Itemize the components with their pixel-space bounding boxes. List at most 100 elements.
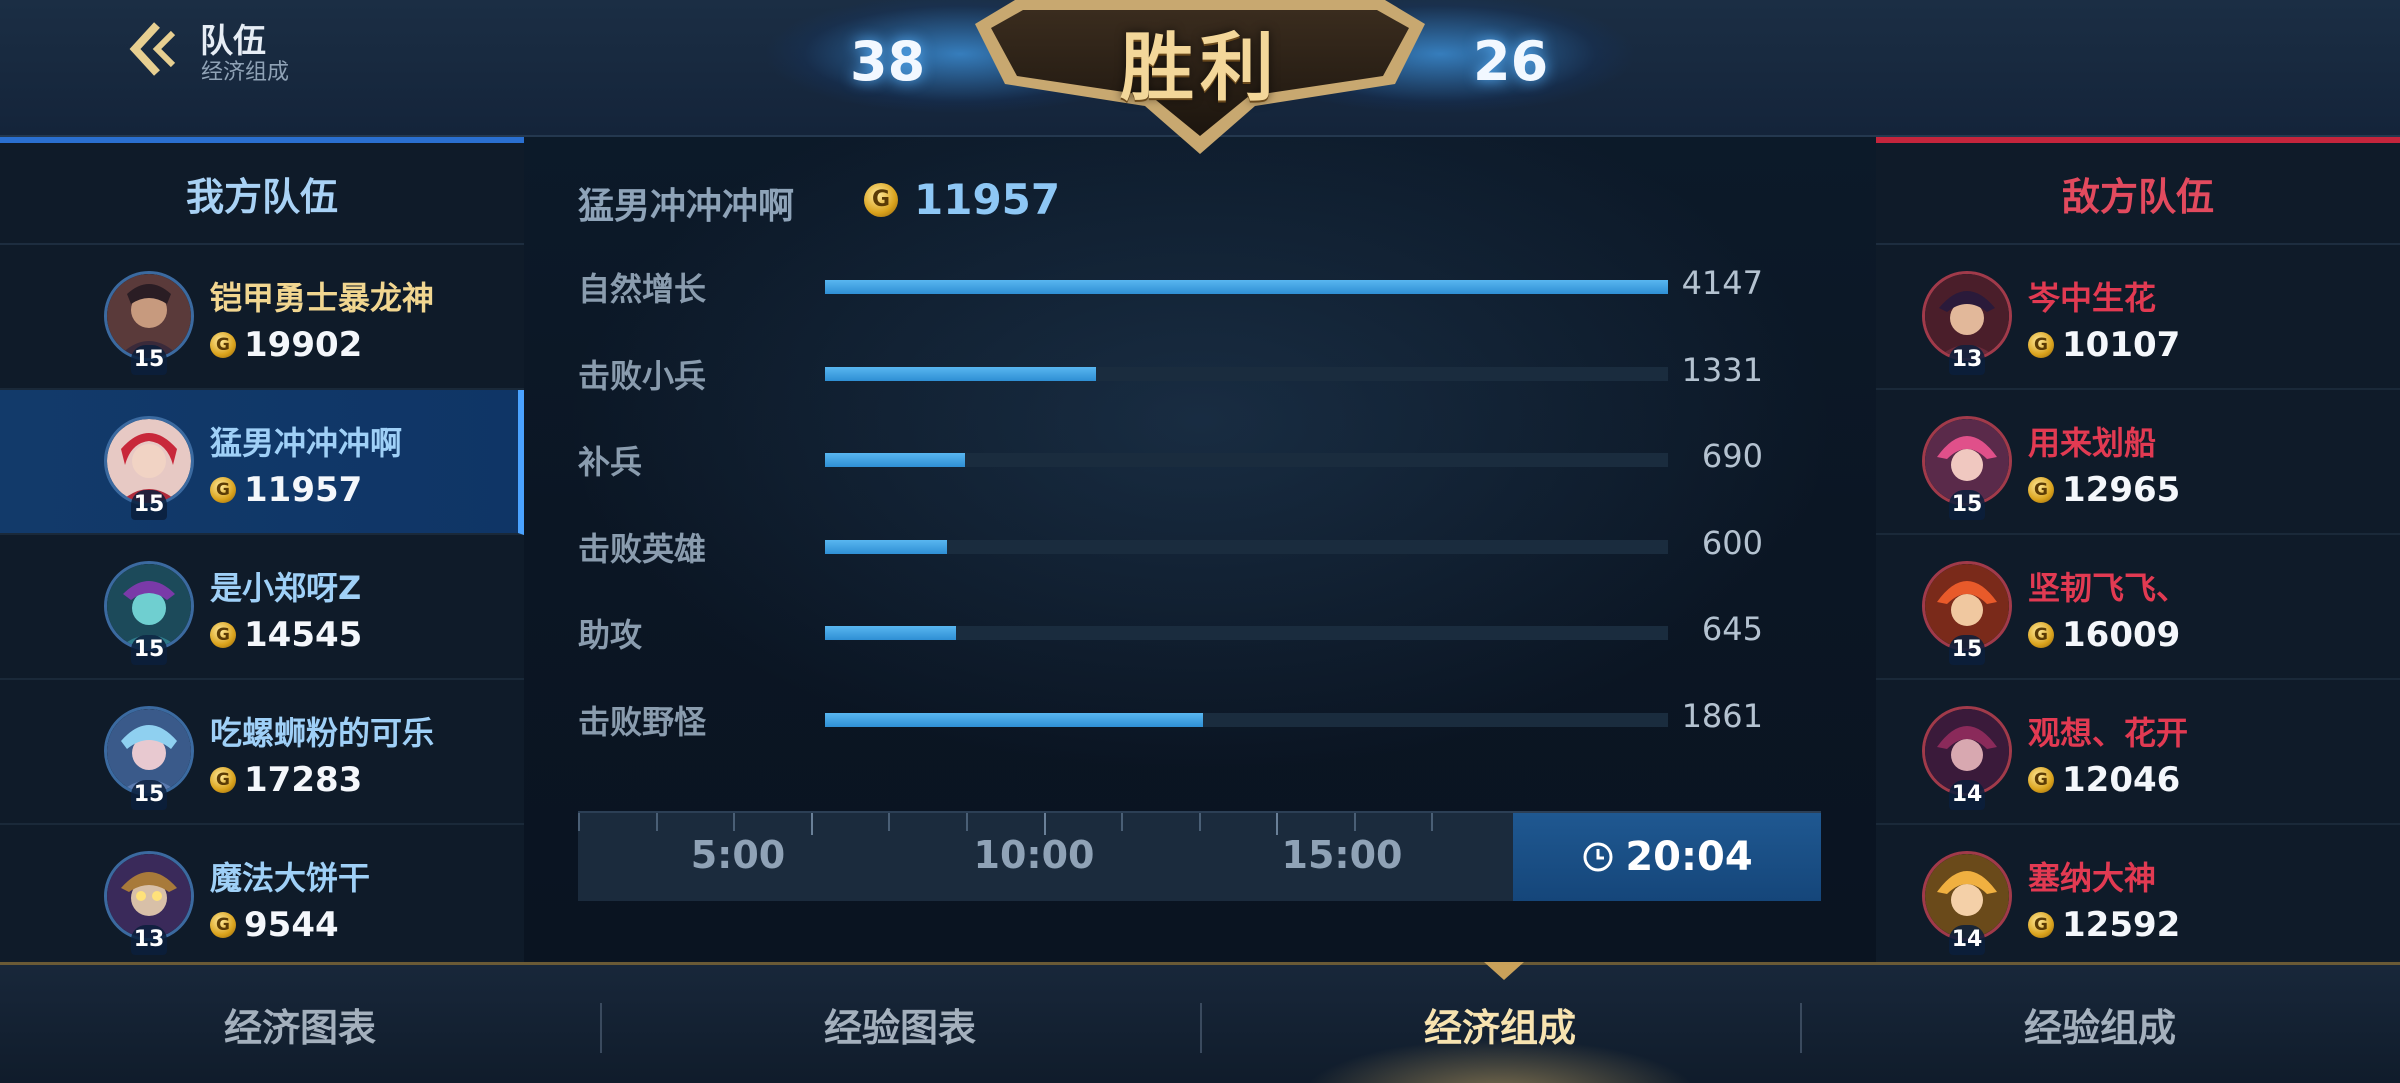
- gold-source-row: 自然增长 4147: [578, 264, 1878, 324]
- page-subtitle: 经济组成: [201, 60, 290, 85]
- gold-source-bar: [825, 367, 1096, 381]
- player-gold: G 9544: [210, 905, 339, 945]
- gold-coin-icon: G: [2028, 622, 2054, 648]
- enemy-player-row[interactable]: 14 观想、花开 G 12046: [1876, 680, 2400, 825]
- gold-source-row: 补兵 690: [578, 437, 1878, 497]
- ally-team-panel: 我方队伍 15 铠甲勇士暴龙神 G 19902 15 猛男冲冲冲啊 G 1195…: [0, 137, 524, 970]
- hero-level: 14: [1949, 925, 1985, 955]
- hero-level: 15: [131, 345, 167, 375]
- active-tab-indicator: [1484, 962, 1524, 980]
- gold-coin-icon: G: [2028, 767, 2054, 793]
- player-name: 岑中生花: [2028, 279, 2157, 317]
- tab-gold-chart[interactable]: 经济图表: [0, 965, 600, 1083]
- player-gold: G 10107: [2028, 325, 2180, 365]
- ally-player-row[interactable]: 15 吃螺蛳粉的可乐 G 17283: [0, 680, 524, 825]
- gold-breakdown-panel: 猛男冲冲冲啊 G 11957 自然增长 4147 击败小兵 1331 补兵 69…: [524, 137, 1876, 962]
- current-time-marker[interactable]: 20:04: [1513, 813, 1821, 901]
- hero-level: 13: [1949, 345, 1985, 375]
- timeline-tick: [888, 813, 890, 831]
- gold-coin-icon: G: [864, 182, 898, 217]
- player-name: 铠甲勇士暴龙神: [210, 279, 435, 317]
- ally-player-row-selected[interactable]: 15 猛男冲冲冲啊 G 11957: [0, 390, 524, 535]
- player-gold: G 12046: [2028, 760, 2180, 800]
- player-gold: G 14545: [210, 615, 362, 655]
- enemy-player-row[interactable]: 15 用来划船 G 12965: [1876, 390, 2400, 535]
- tab-exp-composition[interactable]: 经验组成: [1800, 965, 2400, 1083]
- gold-source-bar: [825, 540, 947, 554]
- player-gold: G 11957: [210, 470, 362, 510]
- gold-value: 12046: [2062, 760, 2181, 800]
- player-gold: G 12965: [2028, 470, 2180, 510]
- gold-source-label: 击败英雄: [578, 530, 707, 568]
- timeline-tick: [1276, 813, 1278, 835]
- player-name: 塞纳大神: [2028, 859, 2157, 897]
- enemy-player-row[interactable]: 14 塞纳大神 G 12592: [1876, 825, 2400, 970]
- gold-source-value: 1861: [1681, 697, 1763, 735]
- timeline-tick: [733, 813, 735, 831]
- player-name: 观想、花开: [2028, 714, 2189, 752]
- gold-source-label: 击败小兵: [578, 357, 707, 395]
- gold-source-track: [825, 713, 1668, 727]
- timeline-label[interactable]: 15:00: [1242, 833, 1442, 877]
- ally-kills: 38: [850, 30, 926, 93]
- gold-source-value: 1331: [1681, 351, 1763, 389]
- timeline-tick: [1431, 813, 1433, 831]
- tab-exp-chart[interactable]: 经验图表: [600, 965, 1200, 1083]
- gold-source-track: [825, 626, 1668, 640]
- player-gold: G 12592: [2028, 905, 2180, 945]
- gold-source-bar: [825, 453, 966, 467]
- timeline-tick: [1199, 813, 1201, 831]
- gold-value: 17283: [244, 760, 363, 800]
- enemy-player-row[interactable]: 13 岑中生花 G 10107: [1876, 245, 2400, 390]
- ally-player-row[interactable]: 15 是小郑呀Z G 14545: [0, 535, 524, 680]
- gold-coin-icon: G: [2028, 332, 2054, 358]
- tab-gold-composition[interactable]: 经济组成: [1200, 965, 1800, 1083]
- gold-source-value: 690: [1701, 437, 1763, 475]
- gold-value: 11957: [244, 470, 363, 510]
- timeline-tick: [1121, 813, 1123, 831]
- timeline-label[interactable]: 5:00: [638, 833, 838, 877]
- gold-source-value: 4147: [1681, 264, 1763, 302]
- gold-coin-icon: G: [210, 622, 236, 648]
- timeline-tick: [966, 813, 968, 831]
- enemy-player-row[interactable]: 15 坚韧飞飞、 G 16009: [1876, 535, 2400, 680]
- gold-source-value: 600: [1701, 524, 1763, 562]
- gold-value: 16009: [2062, 615, 2181, 655]
- gold-source-bar: [825, 713, 1204, 727]
- gold-source-track: [825, 280, 1668, 294]
- hero-level: 15: [1949, 490, 1985, 520]
- gold-coin-icon: G: [2028, 477, 2054, 503]
- gold-source-track: [825, 540, 1668, 554]
- player-name: 坚韧飞飞、: [2028, 569, 2189, 607]
- hero-level: 15: [131, 490, 167, 520]
- gold-source-label: 补兵: [578, 443, 643, 481]
- enemy-kills: 26: [1473, 30, 1549, 93]
- timeline-tick: [1044, 813, 1046, 835]
- gold-value: 10107: [2062, 325, 2181, 365]
- gold-source-row: 击败英雄 600: [578, 524, 1878, 584]
- gold-coin-icon: G: [210, 332, 236, 358]
- timeline-label[interactable]: 10:00: [934, 833, 1134, 877]
- gold-coin-icon: G: [210, 912, 236, 938]
- hero-level: 13: [131, 925, 167, 955]
- ally-player-row[interactable]: 15 铠甲勇士暴龙神 G 19902: [0, 245, 524, 390]
- time-scrubber[interactable]: 5:00 10:00 15:00 20:04: [578, 811, 1821, 901]
- gold-value: 19902: [244, 325, 363, 365]
- player-name: 吃螺蛳粉的可乐: [210, 714, 435, 752]
- ally-team-title: 我方队伍: [0, 137, 524, 245]
- player-gold: G 16009: [2028, 615, 2180, 655]
- gold-value: 12592: [2062, 905, 2181, 945]
- ally-player-row[interactable]: 13 魔法大饼干 G 9544: [0, 825, 524, 970]
- gold-value: 9544: [244, 905, 339, 945]
- gold-source-label: 击败野怪: [578, 703, 707, 741]
- gold-coin-icon: G: [210, 767, 236, 793]
- current-time: 20:04: [1625, 834, 1753, 880]
- timeline-tick: [811, 813, 813, 835]
- back-button[interactable]: [120, 14, 190, 84]
- gold-source-bar: [825, 626, 957, 640]
- enemy-team-panel: 敌方队伍 13 岑中生花 G 10107 15 用来划船 G 12965 15 …: [1876, 137, 2400, 970]
- gold-coin-icon: G: [2028, 912, 2054, 938]
- hero-level: 14: [1949, 780, 1985, 810]
- timeline-tick: [1354, 813, 1356, 831]
- gold-coin-icon: G: [210, 477, 236, 503]
